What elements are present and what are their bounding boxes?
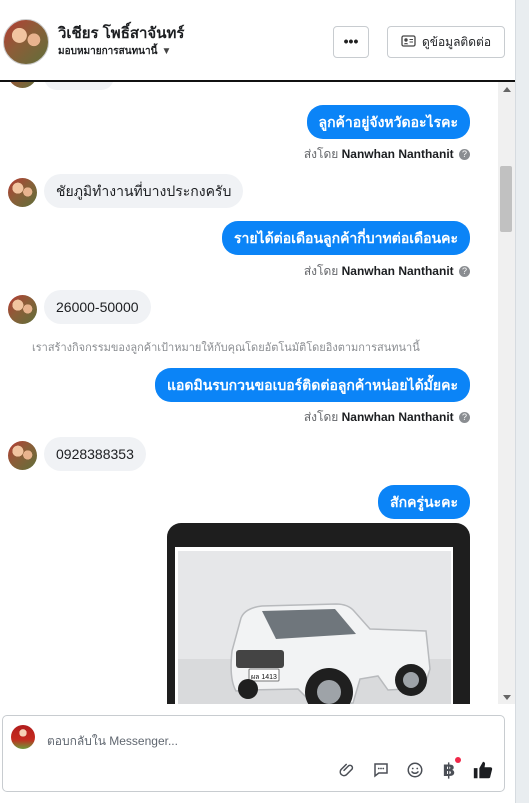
avatar[interactable] <box>8 441 37 470</box>
incoming-message[interactable]: ชัยภูมิทำงานที่บางประกงครับ <box>44 174 244 208</box>
assign-conversation-button[interactable]: มอบหมายการสนทนานี้ ▼ <box>58 44 171 59</box>
avatar[interactable] <box>8 178 37 207</box>
sent-by-label: ส่งโดย Nanwhan Nanthanit ? <box>304 145 470 164</box>
incoming-message[interactable]: 0928388353 <box>44 437 146 471</box>
outgoing-message[interactable]: แอดมินรบกวนขอเบอร์ติดต่อลูกค้าหน่อยได้มั… <box>154 368 470 402</box>
speech-bubble-icon[interactable] <box>370 759 392 781</box>
view-contact-label: ดูข้อมูลติดต่อ <box>421 34 492 49</box>
more-options-button[interactable]: ••• <box>333 26 369 58</box>
incoming-message[interactable]: 26000-50000 <box>44 290 151 324</box>
contact-card-icon <box>401 34 416 50</box>
paperclip-icon[interactable] <box>336 759 358 781</box>
avatar <box>11 725 35 749</box>
help-icon[interactable]: ? <box>459 149 470 161</box>
sent-by-prefix: ส่งโดย <box>303 264 339 278</box>
outgoing-message[interactable]: ลูกค้าอยู่จังหวัดอะไรคะ <box>306 105 470 139</box>
outgoing-message[interactable]: รายได้ต่อเดือนลูกค้ากี่บาทต่อเดือนคะ <box>221 221 470 255</box>
help-icon[interactable]: ? <box>459 266 470 278</box>
conversation-header: วิเชียร โพธิ์สาจันทร์ มอบหมายการสนทนานี้… <box>0 0 515 82</box>
image-attachment[interactable]: ผล 1413 <box>167 523 470 704</box>
avatar <box>8 82 37 88</box>
incoming-message <box>44 82 114 90</box>
scroll-thumb[interactable] <box>500 166 512 232</box>
smile-icon[interactable] <box>404 759 426 781</box>
avatar[interactable] <box>3 19 49 65</box>
pickup-truck-photo: ผล 1413 <box>178 551 451 704</box>
system-notice: เราสร้างกิจกรรมของลูกค้าเป้าหมายให้กับคุ… <box>32 342 420 354</box>
sent-by-label: ส่งโดย Nanwhan Nanthanit ? <box>304 262 470 281</box>
notification-dot <box>455 757 461 763</box>
chevron-down-icon: ▼ <box>161 46 172 57</box>
thumbs-up-icon[interactable] <box>472 759 494 781</box>
sent-by-prefix: ส่งโดย <box>303 410 339 424</box>
reply-input[interactable]: ตอบกลับใน Messenger... <box>47 732 178 751</box>
message-thread[interactable]: ลูกค้าอยู่จังหวัดอะไรคะ ส่งโดย Nanwhan N… <box>0 82 498 704</box>
avatar[interactable] <box>8 295 37 324</box>
sender-name: Nanwhan Nanthanit <box>341 410 454 424</box>
outgoing-message[interactable]: สักครู่นะคะ <box>378 485 470 519</box>
message-composer[interactable]: ตอบกลับใน Messenger... ฿ <box>2 715 505 792</box>
sent-by-prefix: ส่งโดย <box>303 147 339 161</box>
photo-frame: ผล 1413 <box>175 547 453 704</box>
scroll-down-icon[interactable] <box>503 695 511 700</box>
assign-label: มอบหมายการสนทนานี้ <box>58 46 158 57</box>
thread-scrollbar[interactable] <box>498 82 515 704</box>
sent-by-label: ส่งโดย Nanwhan Nanthanit ? <box>304 408 470 427</box>
scroll-up-icon[interactable] <box>503 87 511 92</box>
contact-name[interactable]: วิเชียร โพธิ์สาจันทร์ <box>58 21 184 45</box>
composer-toolbar: ฿ <box>336 757 494 781</box>
sender-name: Nanwhan Nanthanit <box>341 264 454 278</box>
help-icon[interactable]: ? <box>459 412 470 424</box>
view-contact-button[interactable]: ดูข้อมูลติดต่อ <box>387 26 505 58</box>
license-plate: ผล 1413 <box>251 674 277 681</box>
sender-name: Nanwhan Nanthanit <box>341 147 454 161</box>
baht-icon[interactable]: ฿ <box>438 757 461 781</box>
